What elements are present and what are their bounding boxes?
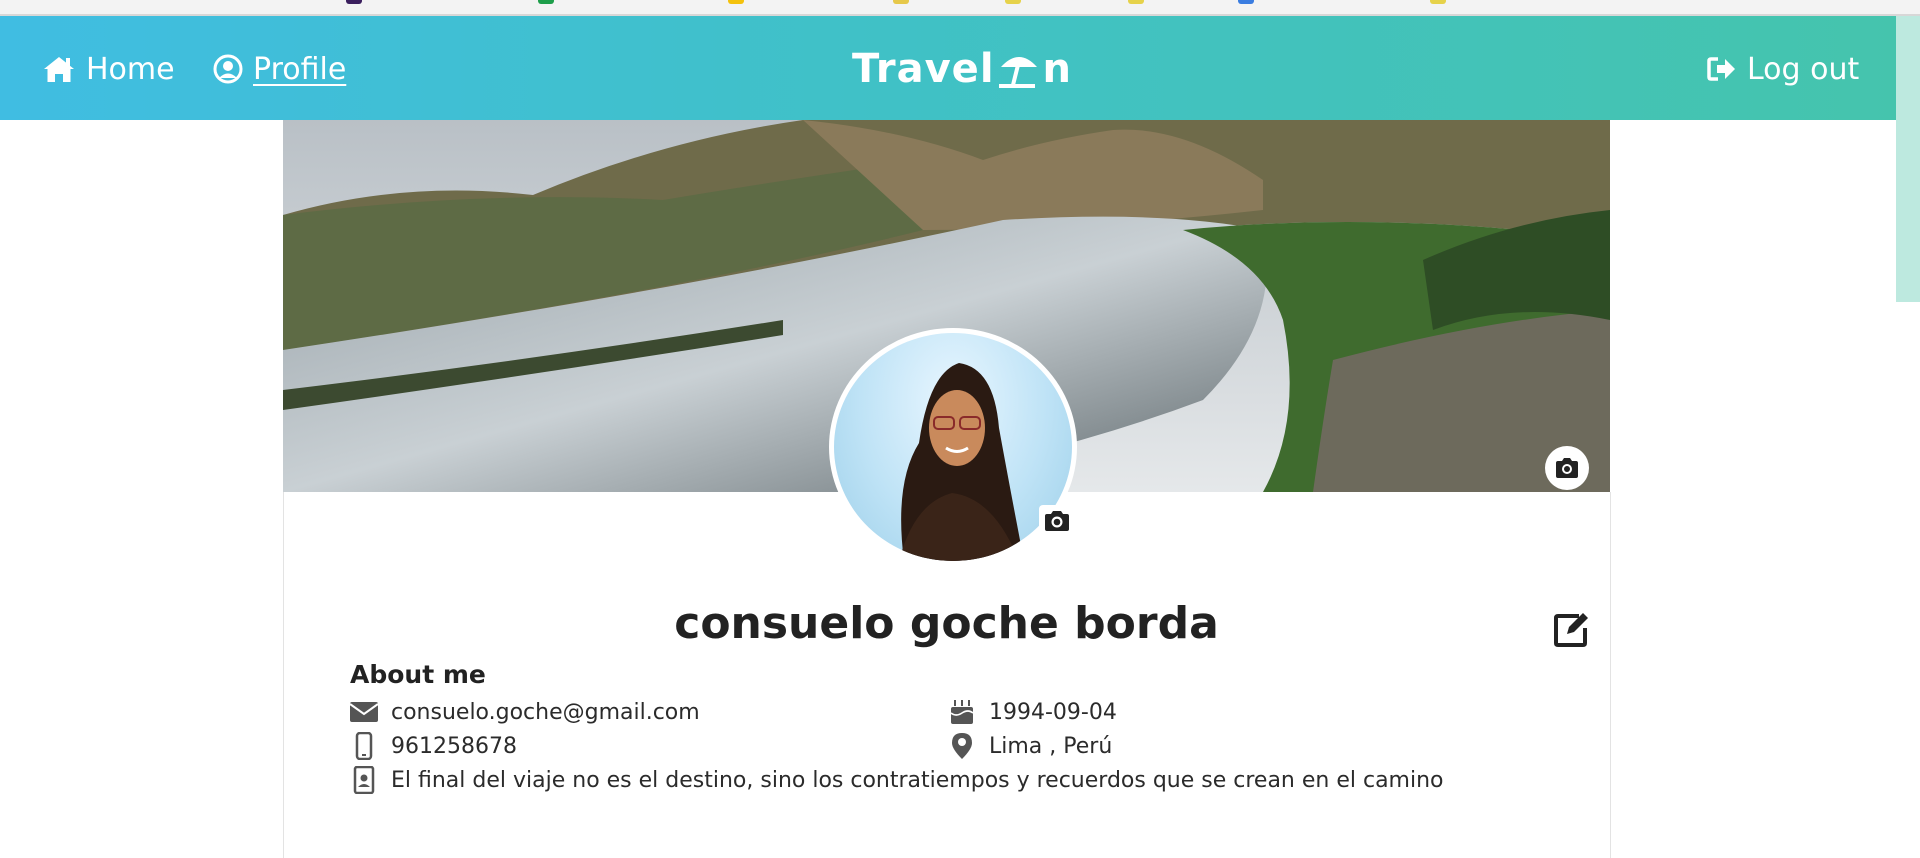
home-icon	[44, 57, 74, 82]
edit-icon	[1554, 613, 1588, 647]
bookmark-favicon[interactable]	[728, 0, 744, 4]
envelope-icon	[349, 697, 379, 727]
bookmark-favicon[interactable]	[1005, 0, 1021, 4]
bookmark-favicon[interactable]	[1238, 0, 1254, 4]
logout-label: Log out	[1747, 51, 1860, 87]
phone-value: 961258678	[391, 733, 517, 759]
browser-bookmark-strip	[0, 0, 1920, 16]
top-navbar: Home Profile Travel n Log out	[0, 16, 1896, 120]
change-cover-photo-button[interactable]	[1545, 446, 1589, 490]
phone-row: 961258678	[349, 731, 517, 761]
email-row: consuelo.goche@gmail.com	[349, 697, 700, 727]
brand-text-right: n	[1042, 46, 1073, 92]
location-row: Lima , Perú	[947, 731, 1112, 761]
birthdate-value: 1994-09-04	[989, 699, 1117, 725]
birthdate-row: 1994-09-04	[947, 697, 1117, 727]
bio-value: El final del viaje no es el destino, sin…	[391, 767, 1444, 793]
bookmark-favicon[interactable]	[538, 0, 554, 4]
sign-out-icon	[1707, 57, 1735, 81]
camera-icon	[1045, 511, 1069, 531]
user-circle-icon	[213, 54, 243, 84]
nav-profile-link[interactable]: Profile	[213, 49, 346, 89]
logout-link[interactable]: Log out	[1707, 49, 1859, 89]
email-value: consuelo.goche@gmail.com	[391, 699, 700, 725]
map-marker-icon	[947, 731, 977, 761]
birthday-cake-icon	[947, 697, 977, 727]
id-badge-icon	[349, 765, 379, 795]
profile-name: consuelo goche borda	[674, 598, 1219, 649]
location-value: Lima , Perú	[989, 733, 1113, 759]
edit-profile-button[interactable]	[1553, 610, 1591, 648]
mobile-phone-icon	[349, 731, 379, 761]
change-avatar-button[interactable]	[1039, 505, 1075, 537]
nav-home-label: Home	[86, 51, 175, 87]
nav-home-link[interactable]: Home	[42, 49, 175, 89]
avatar-portrait-image	[899, 363, 1024, 561]
nav-profile-label: Profile	[253, 51, 347, 87]
scrollbar-thumb[interactable]	[1896, 16, 1920, 302]
about-me-heading: About me	[350, 660, 486, 689]
bookmark-favicon[interactable]	[346, 0, 362, 4]
bookmark-favicon[interactable]	[1430, 0, 1446, 4]
bio-row: El final del viaje no es el destino, sin…	[349, 765, 1444, 795]
brand-text-left: Travel	[852, 46, 995, 92]
bookmark-favicon[interactable]	[893, 0, 909, 4]
camera-icon	[1556, 458, 1578, 478]
bookmark-favicon[interactable]	[1128, 0, 1144, 4]
brand-logo[interactable]: Travel n	[852, 44, 1072, 94]
beach-umbrella-icon	[998, 57, 1037, 88]
